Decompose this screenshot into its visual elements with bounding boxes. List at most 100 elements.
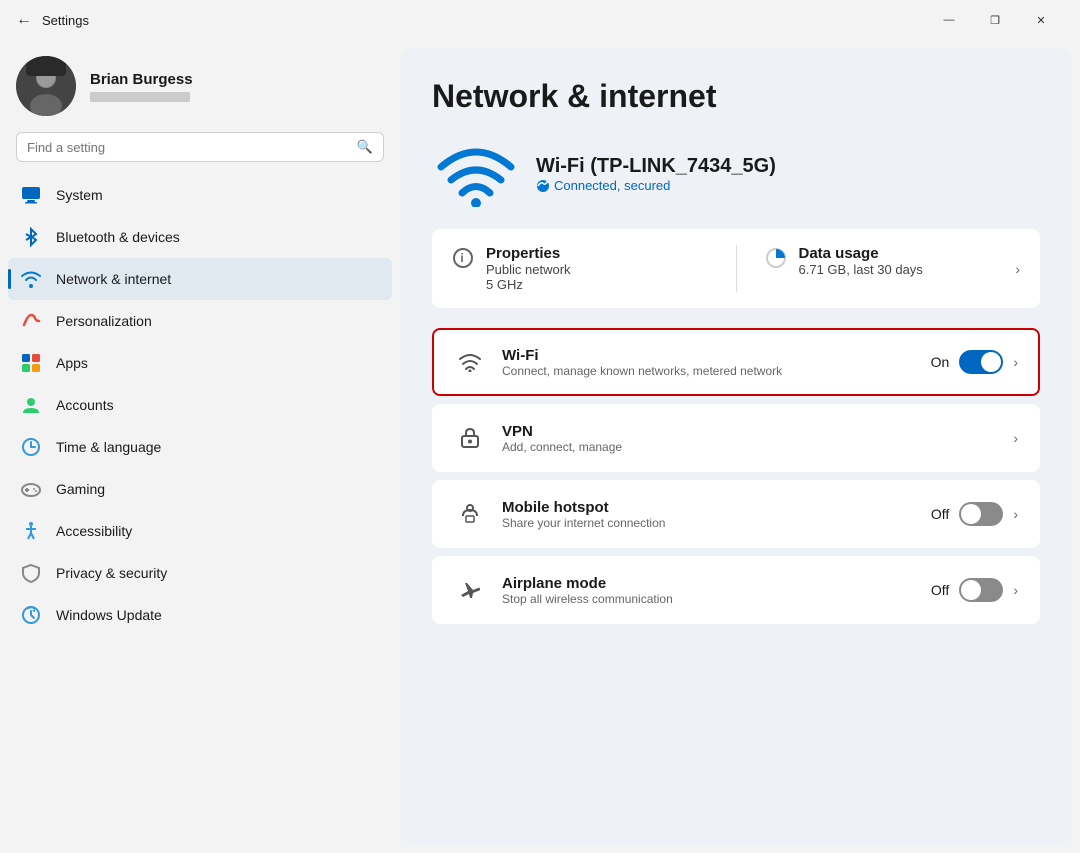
main-window: Brian Burgess 🔍 System Blueto [0,40,1080,853]
info-cards: i Properties Public network 5 GHz Data u… [432,229,1040,308]
data-usage-text: Data usage 6.71 GB, last 30 days [799,245,923,277]
sidebar-item-apps[interactable]: Apps [8,342,392,384]
sidebar: Brian Burgess 🔍 System Blueto [0,40,400,853]
wifi-hero-text: Wi-Fi (TP-LINK_7434_5G) Connected, secur… [536,155,776,193]
wifi-name: Wi-Fi (TP-LINK_7434_5G) [536,155,776,178]
properties-icon: i [452,247,474,275]
hotspot-row-right: Off › [931,502,1018,526]
vpn-row-right: › [1013,430,1018,446]
vpn-row-subtitle: Add, connect, manage [502,440,997,454]
page-title: Network & internet [432,78,1040,115]
vpn-row-title: VPN [502,423,997,440]
wifi-row-text: Wi-Fi Connect, manage known networks, me… [502,347,915,378]
vpn-row-arrow: › [1013,430,1018,446]
sidebar-item-gaming[interactable]: Gaming [8,468,392,510]
airplane-toggle[interactable] [959,578,1003,602]
sidebar-label-update: Windows Update [56,607,162,623]
data-usage-card[interactable]: Data usage 6.71 GB, last 30 days › [765,245,1021,292]
user-name: Brian Burgess [90,71,193,88]
sidebar-item-update[interactable]: Windows Update [8,594,392,636]
sidebar-item-time[interactable]: Time & language [8,426,392,468]
sidebar-item-system[interactable]: System [8,174,392,216]
wifi-row-icon [454,346,486,378]
titlebar: ← Settings — ❐ ✕ [0,0,1080,40]
system-icon [20,184,42,206]
sidebar-item-bluetooth[interactable]: Bluetooth & devices [8,216,392,258]
search-icon: 🔍 [357,139,373,155]
hotspot-toggle[interactable] [959,502,1003,526]
privacy-icon [20,562,42,584]
svg-text:i: i [460,251,463,265]
sidebar-label-time: Time & language [56,439,161,455]
vpn-row-text: VPN Add, connect, manage [502,423,997,454]
wifi-hero: Wi-Fi (TP-LINK_7434_5G) Connected, secur… [432,139,1040,209]
avatar[interactable] [16,56,76,116]
data-usage-icon [765,247,787,275]
sidebar-item-personalization[interactable]: Personalization [8,300,392,342]
hotspot-row[interactable]: Mobile hotspot Share your internet conne… [432,480,1040,548]
wifi-row-subtitle: Connect, manage known networks, metered … [502,364,915,378]
wifi-row[interactable]: Wi-Fi Connect, manage known networks, me… [432,328,1040,396]
data-usage-value: 6.71 GB, last 30 days [799,262,923,277]
airplane-toggle-label: Off [931,582,949,598]
wifi-row-arrow: › [1013,354,1018,370]
maximize-button[interactable]: ❐ [972,4,1018,36]
sidebar-label-apps: Apps [56,355,88,371]
properties-card[interactable]: i Properties Public network 5 GHz [452,245,708,292]
sidebar-label-bluetooth: Bluetooth & devices [56,229,180,245]
hotspot-toggle-thumb [961,504,981,524]
user-email-blur [90,92,190,102]
sidebar-item-accounts[interactable]: Accounts [8,384,392,426]
airplane-toggle-thumb [961,580,981,600]
sidebar-label-personalization: Personalization [56,313,152,329]
sidebar-label-gaming: Gaming [56,481,105,497]
airplane-row-title: Airplane mode [502,575,915,592]
titlebar-title: Settings [42,13,89,28]
airplane-row[interactable]: Airplane mode Stop all wireless communic… [432,556,1040,624]
hotspot-row-text: Mobile hotspot Share your internet conne… [502,499,915,530]
wifi-row-right: On › [931,350,1018,374]
content-area: Network & internet Wi-Fi (TP-LINK_7434_5… [400,48,1072,845]
user-info: Brian Burgess [90,71,193,102]
back-button[interactable]: ← [16,11,32,29]
sidebar-label-accounts: Accounts [56,397,114,413]
bluetooth-icon [20,226,42,248]
hotspot-row-arrow: › [1013,506,1018,522]
properties-line1: Public network [486,262,571,277]
network-icon [20,268,42,290]
data-usage-label: Data usage [799,245,923,262]
sidebar-item-accessibility[interactable]: Accessibility [8,510,392,552]
sidebar-label-privacy: Privacy & security [56,565,167,581]
search-box[interactable]: 🔍 [16,132,384,162]
update-icon [20,604,42,626]
close-button[interactable]: ✕ [1018,4,1064,36]
properties-label: Properties [486,245,571,262]
wifi-status: Connected, secured [536,178,776,193]
sidebar-item-network[interactable]: Network & internet [8,258,392,300]
data-usage-arrow: › [1015,261,1020,277]
sidebar-item-privacy[interactable]: Privacy & security [8,552,392,594]
hotspot-row-title: Mobile hotspot [502,499,915,516]
apps-icon [20,352,42,374]
nav-list: System Bluetooth & devices Network & int… [8,174,392,636]
sidebar-label-system: System [56,187,103,203]
wifi-hero-icon [436,139,516,209]
accessibility-icon [20,520,42,542]
sidebar-label-accessibility: Accessibility [56,523,132,539]
titlebar-left: ← Settings [16,11,89,29]
wifi-toggle-label: On [931,354,950,370]
airplane-row-arrow: › [1013,582,1018,598]
card-divider [736,245,737,292]
accounts-icon [20,394,42,416]
vpn-row[interactable]: VPN Add, connect, manage › [432,404,1040,472]
properties-line2: 5 GHz [486,277,571,292]
wifi-toggle[interactable] [959,350,1003,374]
minimize-button[interactable]: — [926,4,972,36]
properties-text: Properties Public network 5 GHz [486,245,571,292]
hotspot-row-icon [454,498,486,530]
hotspot-row-subtitle: Share your internet connection [502,516,915,530]
gaming-icon [20,478,42,500]
airplane-row-icon [454,574,486,606]
wifi-toggle-thumb [981,352,1001,372]
search-input[interactable] [27,140,349,155]
